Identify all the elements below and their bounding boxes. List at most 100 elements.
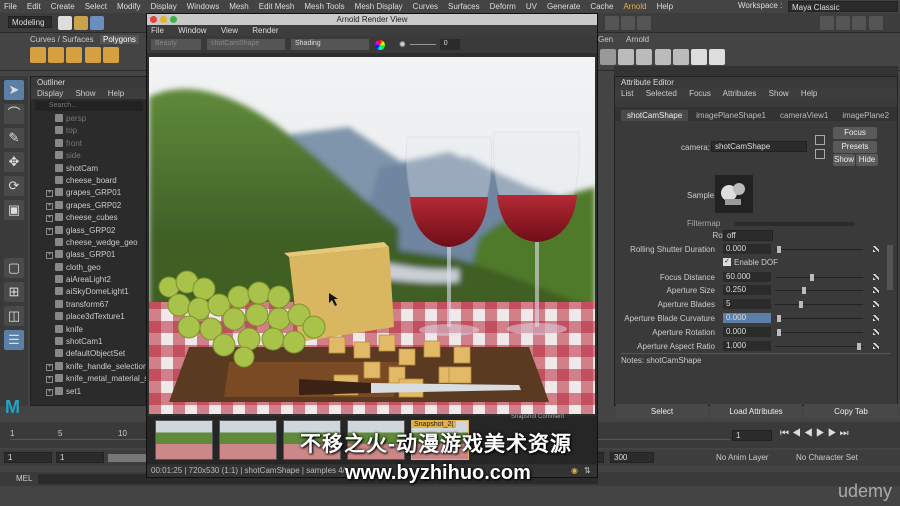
rv-menu-window[interactable]: Window — [178, 26, 206, 35]
eye-icon[interactable]: ◉ — [571, 466, 578, 475]
show-button[interactable]: Show — [833, 154, 855, 166]
arnold-light-icon[interactable] — [636, 49, 653, 65]
attr-row-value[interactable]: 0.000 — [723, 244, 771, 254]
expand-icon[interactable]: + — [46, 227, 53, 235]
menu-mesh-display[interactable]: Mesh Display — [355, 2, 403, 11]
menu-arnold[interactable]: Arnold — [623, 2, 646, 11]
tab-cameraview1[interactable]: cameraView1 — [774, 110, 834, 121]
menu-select[interactable]: Select — [85, 2, 107, 11]
layout-four-icon[interactable]: ⊞ — [4, 282, 24, 302]
outliner-menu-help[interactable]: Help — [108, 89, 124, 98]
outliner-item[interactable]: side — [31, 150, 147, 162]
shelf-tab-arnold[interactable]: Arnold — [626, 35, 649, 44]
attr-menu-show[interactable]: Show — [769, 89, 789, 98]
arnold-light-icon[interactable] — [654, 49, 671, 65]
attr-row-slider[interactable] — [775, 246, 863, 253]
menu-edit[interactable]: Edit — [27, 2, 41, 11]
range-end-field[interactable]: 300 — [610, 452, 654, 463]
toggle-panel-icon[interactable] — [868, 16, 883, 30]
toggle-panel-icon[interactable] — [852, 16, 867, 30]
outliner-item[interactable]: front — [31, 138, 147, 150]
range-bar[interactable] — [108, 454, 148, 462]
attr-row-value[interactable]: 5 — [723, 299, 771, 309]
outliner-item[interactable]: shotCam — [31, 163, 147, 175]
menu-display[interactable]: Display — [151, 2, 177, 11]
copy-tab-button[interactable]: Copy Tab — [804, 404, 898, 419]
render-icon[interactable] — [605, 16, 619, 30]
hide-button[interactable]: Hide — [856, 154, 878, 166]
menu-create[interactable]: Create — [51, 2, 75, 11]
map-button-icon[interactable] — [873, 274, 879, 280]
outliner-menu-display[interactable]: Display — [37, 89, 63, 98]
poly-cone-icon[interactable] — [84, 47, 101, 63]
poly-sphere-icon[interactable] — [30, 47, 46, 63]
outliner-item[interactable]: knife — [31, 324, 147, 336]
anim-layer-select[interactable]: No Anim Layer — [716, 453, 768, 462]
outliner-item[interactable]: + glass_GRP02 — [31, 225, 147, 237]
expand-icon[interactable]: + — [46, 376, 53, 384]
outliner-item[interactable]: + grapes_GRP02 — [31, 200, 147, 212]
focus-out-icon[interactable] — [815, 149, 825, 159]
focus-button[interactable]: Focus — [833, 127, 877, 139]
render-image[interactable] — [149, 57, 595, 414]
slider-knob[interactable] — [776, 315, 781, 322]
arnold-light-icon[interactable] — [618, 49, 635, 65]
outliner-item[interactable]: cheese_board — [31, 175, 147, 187]
menu-modify[interactable]: Modify — [117, 2, 141, 11]
menu-cache[interactable]: Cache — [590, 2, 613, 11]
menu-curves[interactable]: Curves — [413, 2, 438, 11]
expand-icon[interactable]: + — [46, 252, 53, 260]
exposure-value[interactable]: 0 — [439, 39, 460, 50]
open-scene-icon[interactable] — [74, 16, 89, 30]
map-button-icon[interactable] — [873, 301, 879, 307]
camera-select[interactable]: shotCamShape — [207, 39, 285, 50]
shading-select[interactable]: Shading — [291, 39, 369, 50]
menu-deform[interactable]: Deform — [490, 2, 516, 11]
slider-knob[interactable] — [798, 301, 803, 308]
slider-knob[interactable] — [810, 274, 815, 281]
slider-knob[interactable] — [776, 246, 781, 253]
outliner-item[interactable]: place3dTexture1 — [31, 311, 147, 323]
attr-menu-help[interactable]: Help — [801, 89, 817, 98]
select-tool-icon[interactable]: ➤ — [4, 80, 24, 100]
map-button-icon[interactable] — [873, 287, 879, 293]
expand-icon[interactable]: + — [46, 363, 53, 371]
paint-select-icon[interactable]: ✎ — [4, 128, 24, 148]
playback-controls-icon[interactable]: ⏮◀◀▶▶⏭ — [780, 428, 852, 439]
filtermap-field[interactable] — [735, 222, 855, 226]
rv-menu-file[interactable]: File — [151, 26, 164, 35]
shelf-tab-curves[interactable]: Curves / Surfaces — [30, 35, 94, 44]
layout-single-icon[interactable]: ▢ — [4, 258, 24, 278]
attr-row-slider[interactable] — [775, 287, 863, 294]
scale-tool-icon[interactable]: ▣ — [4, 200, 24, 220]
menu-help[interactable]: Help — [657, 2, 673, 11]
tab-shotcamshape[interactable]: shotCamShape — [621, 110, 689, 121]
render-settings-icon[interactable] — [637, 16, 652, 30]
menu-uv[interactable]: UV — [526, 2, 537, 11]
poly-cube-icon[interactable] — [48, 47, 65, 63]
shelf-tab-gen[interactable]: Gen — [598, 35, 613, 44]
outliner-search-input[interactable]: Search... — [35, 101, 143, 111]
rv-menu-view[interactable]: View — [221, 26, 238, 35]
outliner-item[interactable]: + set1 — [31, 386, 147, 398]
attr-row-value[interactable]: 0.000 — [723, 313, 771, 323]
select-button[interactable]: Select — [616, 404, 708, 419]
tab-imageplaneshape1[interactable]: imagePlaneShape1 — [690, 110, 772, 121]
attr-row-slider[interactable] — [775, 343, 863, 350]
attr-menu-list[interactable]: List — [621, 89, 633, 98]
outliner-item[interactable]: persp — [31, 113, 147, 125]
exposure-slider[interactable] — [409, 44, 436, 45]
outliner-item[interactable]: + grapes_GRP01 — [31, 187, 147, 199]
snapshot-thumb[interactable] — [155, 420, 213, 460]
outliner-item[interactable]: shotCam1 — [31, 336, 147, 348]
enable-dof-checkbox[interactable]: ✓ — [723, 258, 731, 266]
menu-file[interactable]: File — [4, 2, 17, 11]
arnold-light-icon[interactable] — [672, 49, 689, 65]
attr-row-slider[interactable] — [775, 329, 863, 336]
maximize-icon[interactable] — [170, 16, 177, 23]
outliner-item[interactable]: cloth_geo — [31, 262, 147, 274]
aov-select[interactable]: Beauty — [151, 39, 201, 50]
rotate-tool-icon[interactable]: ⟳ — [4, 176, 24, 196]
arnold-dome-icon[interactable] — [691, 49, 708, 65]
close-icon[interactable] — [150, 16, 157, 23]
